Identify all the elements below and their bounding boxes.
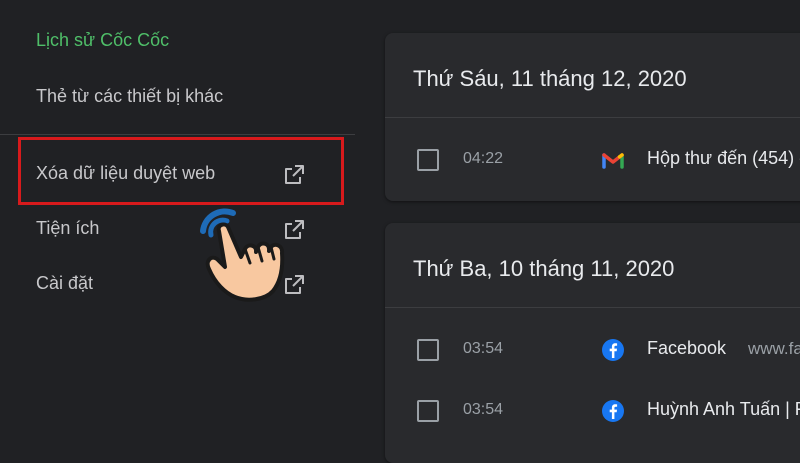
sidebar: Lịch sử Cốc Cốc Thẻ từ các thiết bị khác… bbox=[0, 0, 360, 450]
sidebar-item-label: Cài đặt bbox=[36, 273, 94, 293]
entry-title[interactable]: Hộp thư đến (454) - bbox=[647, 148, 800, 169]
history-date-heading: Thứ Sáu, 11 tháng 12, 2020 bbox=[413, 66, 687, 91]
highlight-box bbox=[18, 137, 344, 205]
sidebar-item-history[interactable]: Lịch sử Cốc Cốc bbox=[36, 30, 169, 51]
entry-time: 03:54 bbox=[463, 401, 504, 418]
entry-time: 03:54 bbox=[463, 340, 504, 357]
history-entry[interactable]: 04:22 Hộp thư đến (454) - bbox=[385, 140, 800, 180]
card-divider bbox=[385, 117, 800, 118]
history-entry[interactable]: 03:54 Huỳnh Anh Tuấn | F bbox=[385, 391, 800, 431]
sidebar-item-label: Tiện ích bbox=[36, 218, 100, 238]
facebook-icon bbox=[601, 399, 625, 423]
sidebar-item-other-devices[interactable]: Thẻ từ các thiết bị khác bbox=[36, 86, 223, 107]
entry-checkbox[interactable] bbox=[417, 339, 439, 361]
history-day-card: Thứ Ba, 10 tháng 11, 2020 03:54 Facebook… bbox=[385, 223, 800, 463]
gmail-icon bbox=[601, 148, 625, 172]
entry-domain: www.fa bbox=[748, 339, 800, 358]
facebook-icon bbox=[601, 338, 625, 362]
history-day-card: Thứ Sáu, 11 tháng 12, 2020 04:22 Hộp thư… bbox=[385, 33, 800, 201]
entry-title[interactable]: Huỳnh Anh Tuấn | F bbox=[647, 399, 800, 420]
history-entry[interactable]: 03:54 Facebook www.fa bbox=[385, 330, 800, 370]
entry-title[interactable]: Facebook bbox=[647, 338, 726, 359]
entry-checkbox[interactable] bbox=[417, 149, 439, 171]
history-date-heading: Thứ Ba, 10 tháng 11, 2020 bbox=[413, 256, 675, 281]
sidebar-divider bbox=[0, 134, 355, 135]
entry-checkbox[interactable] bbox=[417, 400, 439, 422]
hand-pointer-icon bbox=[195, 205, 305, 310]
entry-time: 04:22 bbox=[463, 150, 504, 167]
card-divider bbox=[385, 307, 800, 308]
